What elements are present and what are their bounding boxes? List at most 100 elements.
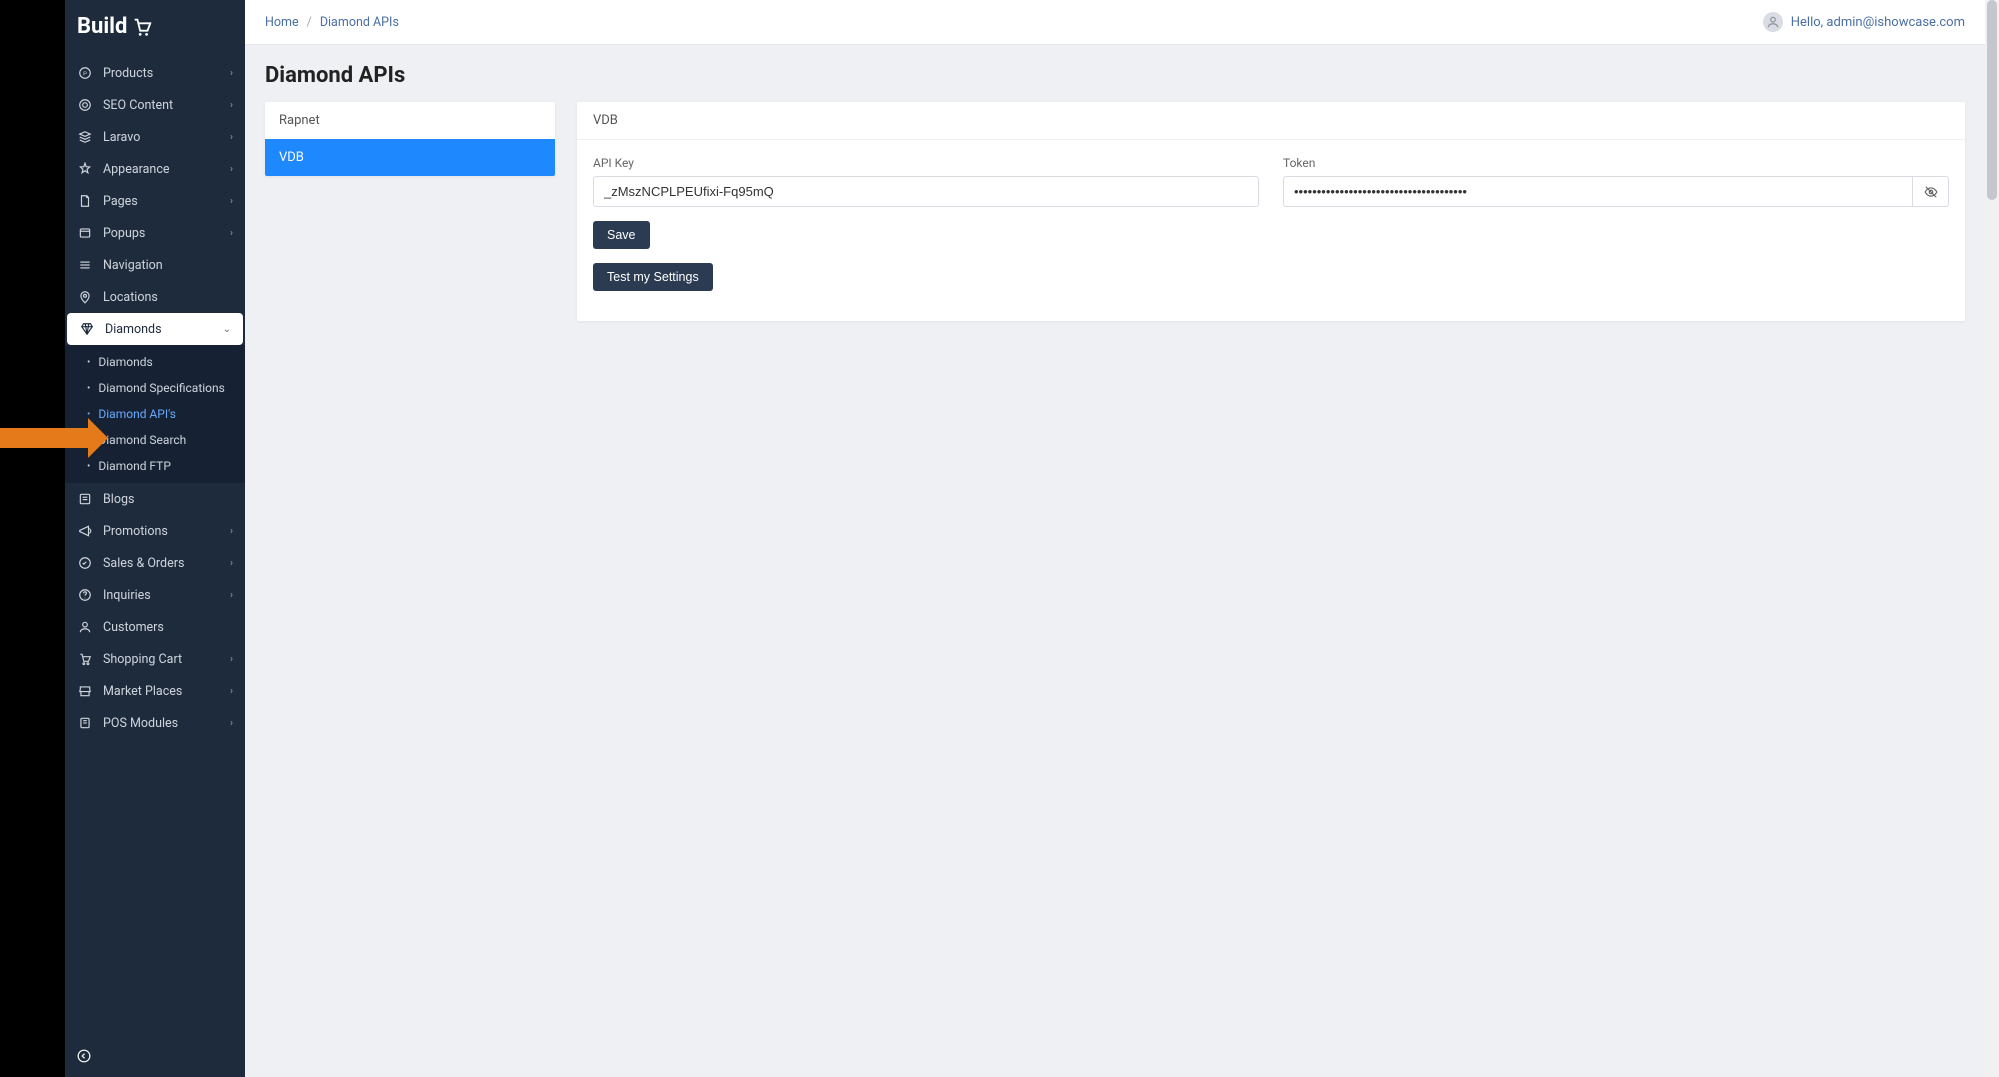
sidebar-item-label: Customers — [103, 620, 233, 635]
chevron-right-icon: › — [230, 196, 233, 207]
tab-rapnet[interactable]: Rapnet — [265, 102, 555, 139]
sidebar-subitem-diamond-specifications[interactable]: Diamond Specifications — [65, 375, 245, 401]
sidebar-item-diamonds[interactable]: Diamonds⌄ — [67, 313, 243, 345]
chevron-right-icon: › — [230, 654, 233, 665]
brand-text: Build — [77, 14, 127, 39]
sidebar: Build PProducts›SEO Content›Laravo›Appea… — [65, 0, 245, 1077]
sidebar-item-label: Sales & Orders — [103, 556, 230, 571]
sidebar-item-label: Navigation — [103, 258, 233, 273]
sidebar-footer — [65, 1038, 245, 1077]
sidebar-subitem-diamonds[interactable]: Diamonds — [65, 349, 245, 375]
product-icon: P — [77, 65, 93, 81]
topbar: Home / Diamond APIs Hello, admin@ishowca… — [245, 0, 1985, 45]
user-greeting[interactable]: Hello, admin@ishowcase.com — [1763, 12, 1965, 32]
api-key-input[interactable] — [593, 176, 1259, 207]
seo-icon — [77, 97, 93, 113]
sidebar-item-customers[interactable]: Customers — [65, 611, 245, 643]
tabs-panel: RapnetVDB — [265, 102, 555, 176]
toggle-visibility-button[interactable] — [1913, 176, 1949, 207]
left-strip — [0, 0, 65, 1077]
pos-icon — [77, 715, 93, 731]
sidebar-item-label: Blogs — [103, 492, 233, 507]
sidebar-item-locations[interactable]: Locations — [65, 281, 245, 313]
content: Diamond APIs RapnetVDB VDB API Key Tok — [245, 45, 1985, 339]
chevron-right-icon: › — [230, 526, 233, 537]
sidebar-item-label: Locations — [103, 290, 233, 305]
save-button[interactable]: Save — [593, 221, 650, 249]
chevron-right-icon: › — [230, 68, 233, 79]
inquiries-icon — [77, 587, 93, 603]
sidebar-item-promotions[interactable]: Promotions› — [65, 515, 245, 547]
chevron-right-icon: › — [230, 228, 233, 239]
cart-logo-icon — [131, 16, 153, 38]
nav-icon — [77, 257, 93, 273]
blogs-icon — [77, 491, 93, 507]
scrollbar[interactable] — [1985, 0, 1999, 1077]
sidebar-item-sales-orders[interactable]: Sales & Orders› — [65, 547, 245, 579]
sidebar-item-market-places[interactable]: Market Places› — [65, 675, 245, 707]
breadcrumb-sep: / — [307, 15, 312, 30]
chevron-down-icon: ⌄ — [223, 324, 231, 335]
sidebar-item-appearance[interactable]: Appearance› — [65, 153, 245, 185]
sidebar-item-label: SEO Content — [103, 98, 230, 113]
token-input[interactable] — [1283, 176, 1913, 207]
sidebar-item-products[interactable]: P Products› — [65, 57, 245, 89]
test-settings-button[interactable]: Test my Settings — [593, 263, 713, 291]
sidebar-item-label: Popups — [103, 226, 230, 241]
user-greeting-text: Hello, admin@ishowcase.com — [1791, 15, 1965, 30]
sidebar-item-popups[interactable]: Popups› — [65, 217, 245, 249]
chevron-right-icon: › — [230, 590, 233, 601]
sidebar-item-blogs[interactable]: Blogs — [65, 483, 245, 515]
sidebar-item-seo-content[interactable]: SEO Content› — [65, 89, 245, 121]
svg-text:P: P — [83, 71, 87, 77]
appearance-icon — [77, 161, 93, 177]
eye-off-icon — [1924, 185, 1938, 199]
sidebar-item-label: Market Places — [103, 684, 230, 699]
back-icon[interactable] — [77, 1048, 91, 1067]
sidebar-item-navigation[interactable]: Navigation — [65, 249, 245, 281]
orders-icon — [77, 555, 93, 571]
customers-icon — [77, 619, 93, 635]
main: Home / Diamond APIs Hello, admin@ishowca… — [245, 0, 1985, 1077]
cart-icon — [77, 651, 93, 667]
form-panel: VDB API Key Token — [577, 102, 1965, 321]
tab-vdb[interactable]: VDB — [265, 139, 555, 176]
sidebar-item-pages[interactable]: Pages› — [65, 185, 245, 217]
chevron-right-icon: › — [230, 718, 233, 729]
token-label: Token — [1283, 156, 1949, 170]
sidebar-item-shopping-cart[interactable]: Shopping Cart› — [65, 643, 245, 675]
sidebar-item-label: Laravo — [103, 130, 230, 145]
sidebar-item-laravo[interactable]: Laravo› — [65, 121, 245, 153]
chevron-right-icon: › — [230, 132, 233, 143]
pages-icon — [77, 193, 93, 209]
chevron-right-icon: › — [230, 686, 233, 697]
breadcrumb-current[interactable]: Diamond APIs — [320, 15, 399, 30]
sidebar-item-label: Products — [103, 66, 230, 81]
breadcrumb: Home / Diamond APIs — [265, 15, 399, 30]
popups-icon — [77, 225, 93, 241]
scrollbar-thumb[interactable] — [1987, 0, 1997, 200]
sidebar-item-pos-modules[interactable]: POS Modules› — [65, 707, 245, 739]
form-header: VDB — [577, 102, 1965, 140]
diamond-icon — [79, 321, 95, 337]
location-icon — [77, 289, 93, 305]
api-key-label: API Key — [593, 156, 1259, 170]
sidebar-item-label: Inquiries — [103, 588, 230, 603]
promo-icon — [77, 523, 93, 539]
page-title: Diamond APIs — [265, 63, 1965, 88]
sidebar-item-label: Promotions — [103, 524, 230, 539]
sidebar-item-label: Diamonds — [105, 322, 223, 337]
avatar-icon — [1763, 12, 1783, 32]
breadcrumb-home[interactable]: Home — [265, 15, 299, 30]
sidebar-item-label: Appearance — [103, 162, 230, 177]
sidebar-item-label: POS Modules — [103, 716, 230, 731]
sidebar-item-label: Shopping Cart — [103, 652, 230, 667]
chevron-right-icon: › — [230, 164, 233, 175]
brand-logo[interactable]: Build — [65, 0, 245, 57]
market-icon — [77, 683, 93, 699]
chevron-right-icon: › — [230, 100, 233, 111]
arrow-callout — [0, 428, 88, 448]
chevron-right-icon: › — [230, 558, 233, 569]
sidebar-item-inquiries[interactable]: Inquiries› — [65, 579, 245, 611]
laravo-icon — [77, 129, 93, 145]
